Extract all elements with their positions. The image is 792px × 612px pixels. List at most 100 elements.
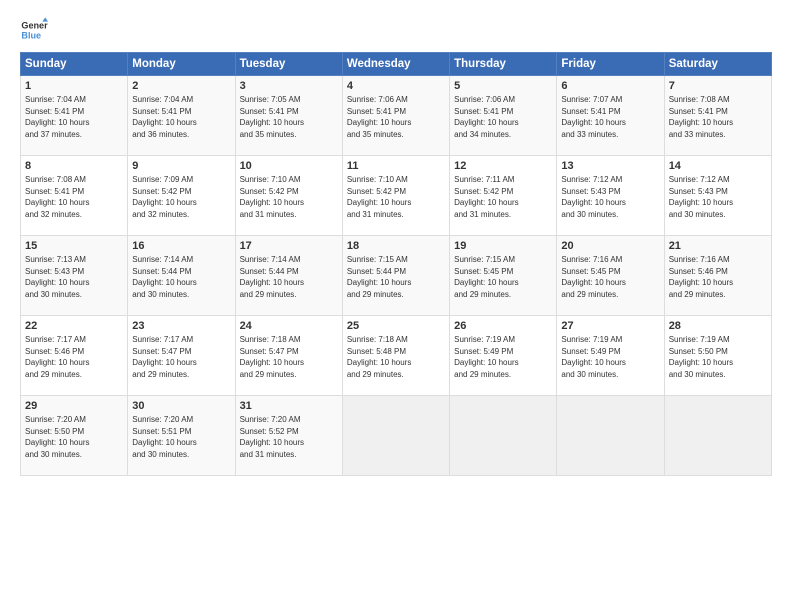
col-header-monday: Monday: [128, 53, 235, 76]
calendar-cell: 16 Sunrise: 7:14 AM Sunset: 5:44 PM Dayli…: [128, 236, 235, 316]
week-row-4: 22Sunrise: 7:17 AM Sunset: 5:46 PM Dayli…: [21, 316, 772, 396]
day-info: Sunrise: 7:07 AM Sunset: 5:41 PM Dayligh…: [561, 94, 659, 140]
day-info: Sunrise: 7:15 AM Sunset: 5:44 PM Dayligh…: [347, 254, 445, 300]
calendar-cell: 27 Sunrise: 7:19 AM Sunset: 5:49 PM Dayli…: [557, 316, 664, 396]
day-info: Sunrise: 7:04 AM Sunset: 5:41 PM Dayligh…: [25, 94, 123, 140]
day-info: Sunrise: 7:08 AM Sunset: 5:41 PM Dayligh…: [669, 94, 767, 140]
calendar-cell: 2 Sunrise: 7:04 AM Sunset: 5:41 PM Daylig…: [128, 76, 235, 156]
day-info: Sunrise: 7:19 AM Sunset: 5:49 PM Dayligh…: [454, 334, 552, 380]
day-info: Sunrise: 7:14 AM Sunset: 5:44 PM Dayligh…: [132, 254, 230, 300]
day-info: Sunrise: 7:19 AM Sunset: 5:50 PM Dayligh…: [669, 334, 767, 380]
calendar-table: SundayMondayTuesdayWednesdayThursdayFrid…: [20, 52, 772, 476]
day-info: Sunrise: 7:16 AM Sunset: 5:46 PM Dayligh…: [669, 254, 767, 300]
day-info: Sunrise: 7:16 AM Sunset: 5:45 PM Dayligh…: [561, 254, 659, 300]
day-number: 4: [347, 80, 445, 92]
calendar-cell: 7 Sunrise: 7:08 AM Sunset: 5:41 PM Daylig…: [664, 76, 771, 156]
calendar-cell: [450, 396, 557, 476]
calendar-cell: 14 Sunrise: 7:12 AM Sunset: 5:43 PM Dayli…: [664, 156, 771, 236]
day-number: 15: [25, 240, 123, 252]
col-header-wednesday: Wednesday: [342, 53, 449, 76]
calendar-cell: 5 Sunrise: 7:06 AM Sunset: 5:41 PM Daylig…: [450, 76, 557, 156]
calendar-cell: 25 Sunrise: 7:18 AM Sunset: 5:48 PM Dayli…: [342, 316, 449, 396]
day-info: Sunrise: 7:13 AM Sunset: 5:43 PM Dayligh…: [25, 254, 123, 300]
day-number: 31: [240, 400, 338, 412]
day-info: Sunrise: 7:06 AM Sunset: 5:41 PM Dayligh…: [454, 94, 552, 140]
day-info: Sunrise: 7:20 AM Sunset: 5:51 PM Dayligh…: [132, 414, 230, 460]
day-number: 12: [454, 160, 552, 172]
day-info: Sunrise: 7:04 AM Sunset: 5:41 PM Dayligh…: [132, 94, 230, 140]
day-info: Sunrise: 7:15 AM Sunset: 5:45 PM Dayligh…: [454, 254, 552, 300]
day-info: Sunrise: 7:20 AM Sunset: 5:50 PM Dayligh…: [25, 414, 123, 460]
calendar-cell: 23 Sunrise: 7:17 AM Sunset: 5:47 PM Dayli…: [128, 316, 235, 396]
calendar-cell: 22Sunrise: 7:17 AM Sunset: 5:46 PM Dayli…: [21, 316, 128, 396]
calendar-cell: 21 Sunrise: 7:16 AM Sunset: 5:46 PM Dayli…: [664, 236, 771, 316]
col-header-saturday: Saturday: [664, 53, 771, 76]
day-info: Sunrise: 7:10 AM Sunset: 5:42 PM Dayligh…: [240, 174, 338, 220]
logo-icon: General Blue: [20, 16, 48, 44]
calendar-cell: 8 Sunrise: 7:08 AM Sunset: 5:41 PM Daylig…: [21, 156, 128, 236]
week-row-1: 1 Sunrise: 7:04 AM Sunset: 5:41 PM Daylig…: [21, 76, 772, 156]
day-info: Sunrise: 7:20 AM Sunset: 5:52 PM Dayligh…: [240, 414, 338, 460]
day-info: Sunrise: 7:11 AM Sunset: 5:42 PM Dayligh…: [454, 174, 552, 220]
day-number: 5: [454, 80, 552, 92]
day-number: 10: [240, 160, 338, 172]
day-number: 22: [25, 320, 123, 332]
day-number: 17: [240, 240, 338, 252]
day-number: 21: [669, 240, 767, 252]
day-info: Sunrise: 7:05 AM Sunset: 5:41 PM Dayligh…: [240, 94, 338, 140]
day-info: Sunrise: 7:19 AM Sunset: 5:49 PM Dayligh…: [561, 334, 659, 380]
day-info: Sunrise: 7:08 AM Sunset: 5:41 PM Dayligh…: [25, 174, 123, 220]
day-number: 9: [132, 160, 230, 172]
day-number: 24: [240, 320, 338, 332]
day-number: 1: [25, 80, 123, 92]
day-number: 2: [132, 80, 230, 92]
calendar-cell: 6 Sunrise: 7:07 AM Sunset: 5:41 PM Daylig…: [557, 76, 664, 156]
day-info: Sunrise: 7:09 AM Sunset: 5:42 PM Dayligh…: [132, 174, 230, 220]
calendar-cell: [664, 396, 771, 476]
day-number: 16: [132, 240, 230, 252]
calendar-cell: 24Sunrise: 7:18 AM Sunset: 5:47 PM Dayli…: [235, 316, 342, 396]
calendar-cell: 29 Sunrise: 7:20 AM Sunset: 5:50 PM Dayli…: [21, 396, 128, 476]
day-number: 23: [132, 320, 230, 332]
calendar-cell: 4Sunrise: 7:06 AM Sunset: 5:41 PM Daylig…: [342, 76, 449, 156]
day-info: Sunrise: 7:17 AM Sunset: 5:47 PM Dayligh…: [132, 334, 230, 380]
day-number: 18: [347, 240, 445, 252]
col-header-tuesday: Tuesday: [235, 53, 342, 76]
col-header-friday: Friday: [557, 53, 664, 76]
day-number: 13: [561, 160, 659, 172]
week-row-5: 29 Sunrise: 7:20 AM Sunset: 5:50 PM Dayli…: [21, 396, 772, 476]
day-number: 30: [132, 400, 230, 412]
calendar-cell: 9 Sunrise: 7:09 AM Sunset: 5:42 PM Daylig…: [128, 156, 235, 236]
col-header-sunday: Sunday: [21, 53, 128, 76]
day-info: Sunrise: 7:14 AM Sunset: 5:44 PM Dayligh…: [240, 254, 338, 300]
col-header-thursday: Thursday: [450, 53, 557, 76]
day-info: Sunrise: 7:18 AM Sunset: 5:48 PM Dayligh…: [347, 334, 445, 380]
calendar-cell: 10 Sunrise: 7:10 AM Sunset: 5:42 PM Dayli…: [235, 156, 342, 236]
day-number: 6: [561, 80, 659, 92]
calendar-cell: 17 Sunrise: 7:14 AM Sunset: 5:44 PM Dayli…: [235, 236, 342, 316]
day-number: 19: [454, 240, 552, 252]
calendar-cell: 20 Sunrise: 7:16 AM Sunset: 5:45 PM Dayli…: [557, 236, 664, 316]
day-number: 29: [25, 400, 123, 412]
day-info: Sunrise: 7:12 AM Sunset: 5:43 PM Dayligh…: [669, 174, 767, 220]
calendar-cell: [557, 396, 664, 476]
day-number: 27: [561, 320, 659, 332]
calendar-cell: 3Sunrise: 7:05 AM Sunset: 5:41 PM Daylig…: [235, 76, 342, 156]
day-number: 7: [669, 80, 767, 92]
header-row: SundayMondayTuesdayWednesdayThursdayFrid…: [21, 53, 772, 76]
header: General Blue: [20, 16, 772, 44]
calendar-cell: 19 Sunrise: 7:15 AM Sunset: 5:45 PM Dayli…: [450, 236, 557, 316]
day-number: 28: [669, 320, 767, 332]
week-row-2: 8 Sunrise: 7:08 AM Sunset: 5:41 PM Daylig…: [21, 156, 772, 236]
day-info: Sunrise: 7:12 AM Sunset: 5:43 PM Dayligh…: [561, 174, 659, 220]
calendar-cell: 15 Sunrise: 7:13 AM Sunset: 5:43 PM Dayli…: [21, 236, 128, 316]
day-number: 14: [669, 160, 767, 172]
day-number: 20: [561, 240, 659, 252]
logo: General Blue: [20, 16, 48, 44]
calendar-cell: 12 Sunrise: 7:11 AM Sunset: 5:42 PM Dayli…: [450, 156, 557, 236]
day-number: 8: [25, 160, 123, 172]
day-number: 25: [347, 320, 445, 332]
week-row-3: 15 Sunrise: 7:13 AM Sunset: 5:43 PM Dayli…: [21, 236, 772, 316]
calendar-cell: 30 Sunrise: 7:20 AM Sunset: 5:51 PM Dayli…: [128, 396, 235, 476]
svg-text:Blue: Blue: [21, 30, 41, 40]
